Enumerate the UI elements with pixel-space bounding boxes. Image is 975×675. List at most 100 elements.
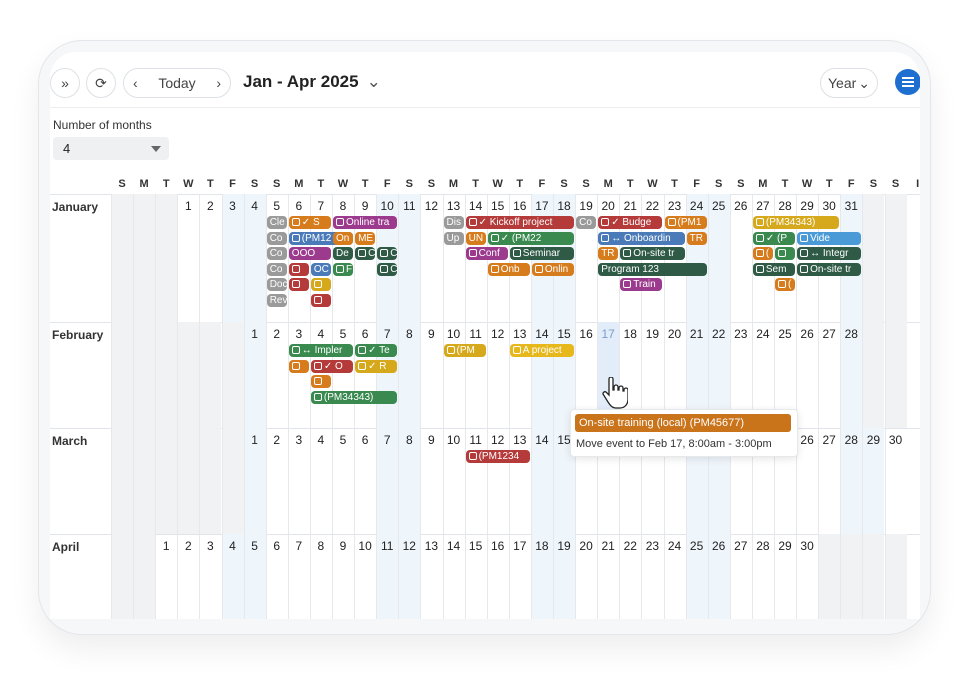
calendar-event[interactable]: (PM34343): [310, 390, 398, 404]
chevron-left-icon[interactable]: ‹: [133, 75, 138, 91]
calendar-event[interactable]: Up: [443, 231, 464, 245]
calendar-event[interactable]: ↔ Onboardin: [598, 231, 685, 245]
day-cell[interactable]: [442, 194, 465, 322]
calendar-event[interactable]: [310, 278, 331, 291]
calendar-event[interactable]: Train: [620, 278, 663, 291]
calendar-event[interactable]: A project: [509, 344, 575, 357]
dragged-event[interactable]: On-site training (local) (PM45677): [575, 414, 791, 432]
hand-pointer-icon: [602, 377, 628, 409]
day-number: 28: [844, 327, 858, 341]
day-cell[interactable]: [707, 194, 730, 322]
chevron-right-icon[interactable]: ›: [216, 75, 221, 91]
today-button[interactable]: Today: [158, 75, 195, 91]
calendar-event[interactable]: C: [377, 247, 398, 260]
calendar-event[interactable]: [310, 293, 331, 307]
calendar-event[interactable]: [310, 375, 331, 388]
calendar-event[interactable]: Onlin: [531, 262, 575, 276]
calendar-event[interactable]: Co: [266, 247, 287, 260]
calendar-event[interactable]: (PM1: [664, 216, 707, 229]
calendar-event[interactable]: TR: [686, 231, 707, 245]
calendar-event[interactable]: [775, 247, 796, 260]
months-select[interactable]: 4: [53, 137, 169, 160]
calendar-event[interactable]: (: [752, 247, 773, 260]
day-number: 28: [844, 433, 858, 447]
event-label: ✓ O: [323, 360, 343, 372]
event-label: F: [346, 263, 353, 275]
calendar-event[interactable]: ✓ S: [288, 216, 331, 229]
calendar-event[interactable]: ↔ Integr: [797, 247, 862, 260]
calendar-event[interactable]: ↔ Impler: [288, 344, 354, 357]
day-cell[interactable]: [685, 194, 708, 322]
menu-button[interactable]: [895, 69, 920, 95]
calendar-event[interactable]: OOO: [288, 247, 331, 260]
calendar-event[interactable]: Online tra: [333, 216, 398, 229]
day-cell[interactable]: [199, 194, 221, 322]
day-number: 27: [822, 433, 836, 447]
calendar-event[interactable]: On: [333, 231, 354, 245]
calendar-event[interactable]: Program 123: [598, 262, 707, 276]
calendar-event[interactable]: Conf: [465, 247, 508, 260]
calendar-event[interactable]: F: [333, 262, 354, 276]
day-number: 17: [513, 539, 527, 553]
calendar-event[interactable]: ✓ Budge: [598, 216, 663, 229]
day-cell[interactable]: [177, 194, 199, 322]
view-select[interactable]: Year ⌄: [820, 68, 878, 98]
calendar-event[interactable]: C: [355, 247, 376, 260]
calendar-event[interactable]: (: [775, 278, 796, 291]
calendar-event[interactable]: Onb: [487, 262, 530, 276]
event-type-icon: [358, 249, 367, 257]
day-number: 21: [689, 327, 704, 341]
calendar-event[interactable]: Vide: [797, 231, 862, 245]
menu-icon: [902, 77, 914, 87]
calendar-event[interactable]: ✓ Te: [355, 344, 398, 357]
calendar-event[interactable]: [288, 262, 309, 276]
calendar-event[interactable]: Rev: [266, 293, 287, 307]
event-label: On-site tr: [810, 263, 852, 275]
calendar-event[interactable]: ✓ (PM22: [487, 231, 575, 245]
day-cell[interactable]: [729, 194, 752, 322]
day-number: 11: [403, 199, 416, 213]
calendar-event[interactable]: ✓ Kickoff project: [465, 216, 575, 229]
calendar-event[interactable]: Seminar: [509, 247, 575, 260]
calendar-event[interactable]: (PM: [443, 344, 486, 357]
day-cell: [884, 534, 907, 619]
calendar-event[interactable]: ✓ (P: [752, 231, 796, 245]
calendar-event[interactable]: On-site tr: [620, 247, 685, 260]
calendar-event[interactable]: ✓ O: [310, 359, 354, 373]
calendar-event[interactable]: Co: [266, 231, 287, 245]
day-cell[interactable]: [420, 194, 442, 322]
calendar-event[interactable]: [288, 278, 309, 291]
calendar-event[interactable]: ME: [355, 231, 376, 245]
event-type-icon: [291, 361, 300, 370]
day-number: 1: [251, 433, 258, 447]
calendar-event[interactable]: OC: [310, 262, 331, 276]
calendar-event[interactable]: (PM1234: [465, 450, 530, 463]
event-label: (PM12: [301, 232, 332, 244]
day-cell[interactable]: [575, 194, 597, 322]
calendar-event[interactable]: UN: [465, 231, 486, 245]
day-cell[interactable]: [243, 194, 266, 322]
event-type-icon: [667, 218, 676, 226]
day-cell[interactable]: [398, 194, 421, 322]
refresh-button[interactable]: ⟳: [86, 68, 116, 98]
day-cell[interactable]: [221, 194, 244, 322]
calendar-event[interactable]: [288, 359, 309, 373]
calendar-event[interactable]: On-site tr: [797, 262, 862, 276]
calendar-event[interactable]: Sem: [752, 262, 796, 276]
event-label: On-site tr: [633, 248, 675, 259]
calendar-event[interactable]: Co: [576, 216, 597, 229]
calendar-event[interactable]: De: [333, 247, 354, 260]
calendar-event[interactable]: (PM34343): [752, 216, 840, 229]
calendar-event[interactable]: Co: [266, 262, 287, 276]
calendar-event[interactable]: C: [377, 262, 398, 276]
day-number: 27: [734, 539, 748, 553]
expand-button[interactable]: »: [50, 68, 80, 98]
day-number: 5: [251, 539, 258, 553]
calendar-event[interactable]: Cle: [266, 216, 287, 229]
calendar-event[interactable]: Doc: [266, 278, 287, 291]
range-title[interactable]: Jan - Apr 2025 ⌄: [243, 72, 381, 92]
calendar-event[interactable]: ✓ R: [355, 359, 398, 373]
calendar-event[interactable]: Dis: [443, 216, 464, 229]
calendar-event[interactable]: TR: [598, 247, 619, 260]
event-label: Onlin: [544, 263, 569, 275]
